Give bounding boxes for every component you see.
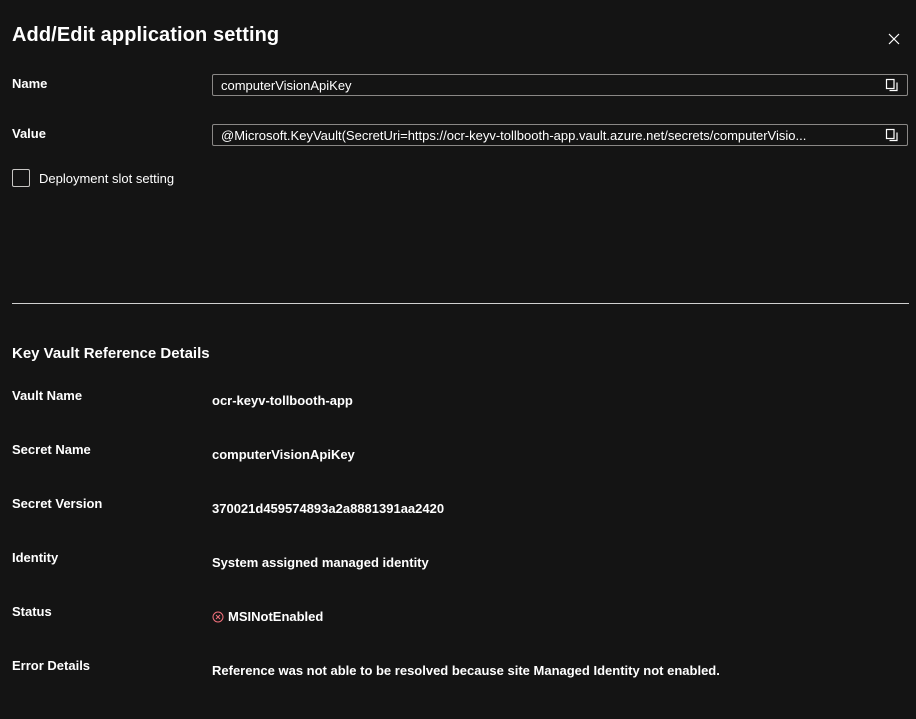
name-label: Name: [12, 76, 48, 91]
identity-label: Identity: [12, 550, 59, 565]
secret-version-value: 370021d459574893a2a8881391aa2420: [212, 501, 445, 516]
close-button[interactable]: [884, 29, 904, 49]
copy-icon: [885, 78, 898, 92]
vault-name-label: Vault Name: [12, 388, 83, 403]
copy-name-button[interactable]: [885, 78, 899, 92]
value-label: Value: [12, 126, 46, 141]
error-details-label: Error Details: [12, 658, 91, 673]
error-circle-icon: [212, 611, 224, 622]
copy-value-button[interactable]: [885, 128, 899, 142]
secret-version-label: Secret Version: [12, 496, 103, 511]
error-details-value: Reference was not able to be resolved be…: [212, 663, 720, 678]
status-label: Status: [12, 604, 52, 619]
identity-value: System assigned managed identity: [212, 555, 429, 570]
deployment-slot-label: Deployment slot setting: [39, 170, 175, 186]
name-field: [212, 74, 908, 96]
section-divider: [12, 303, 909, 304]
deployment-slot-setting[interactable]: Deployment slot setting: [12, 168, 174, 188]
close-icon: [888, 33, 900, 45]
copy-icon: [885, 128, 898, 142]
app-setting-panel: Add/Edit application setting Name Value …: [0, 0, 916, 719]
vault-name-value: ocr-keyv-tollbooth-app: [212, 393, 353, 408]
secret-name-value: computerVisionApiKey: [212, 447, 355, 462]
panel-title: Add/Edit application setting: [12, 24, 280, 46]
secret-name-label: Secret Name: [12, 442, 91, 457]
name-input[interactable]: [213, 75, 873, 95]
status-text: MSINotEnabled: [228, 609, 324, 624]
key-vault-section-title: Key Vault Reference Details: [12, 345, 210, 362]
value-input[interactable]: [213, 125, 873, 145]
status-value: MSINotEnabled: [212, 609, 323, 624]
deployment-slot-checkbox[interactable]: [12, 169, 30, 187]
value-field: [212, 124, 908, 146]
